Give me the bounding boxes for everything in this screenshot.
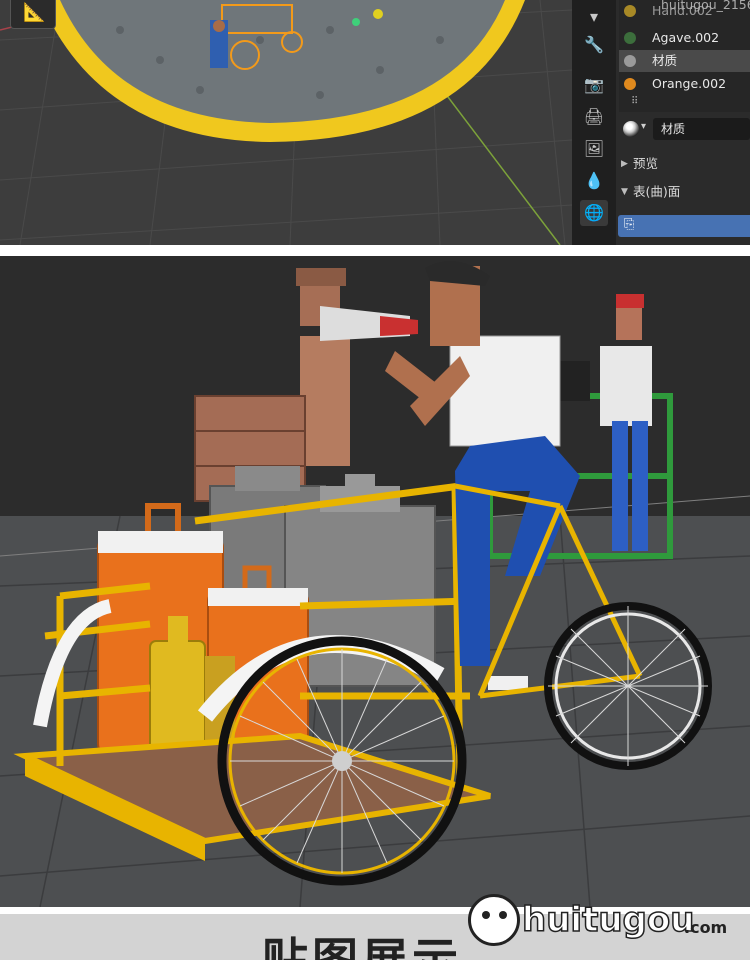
material-sphere-icon — [624, 55, 636, 67]
material-sphere-icon — [624, 78, 636, 90]
triangle-right-icon: ▶ — [621, 159, 628, 169]
material-selector[interactable]: ▾ 材质 — [619, 118, 750, 140]
drops-icon: 💧 — [584, 171, 604, 190]
image-icon: 🖼 — [583, 139, 605, 158]
watermark-suffix: .com — [684, 918, 728, 937]
properties-panel: ▾ 🔧 📷 🖨 🖼 💧 🌐 huitugou_2156 Hand.002 Aga… — [572, 0, 750, 245]
material-slot-list[interactable]: huitugou_2156 Hand.002 Agave.002 材质 Oran… — [619, 0, 750, 112]
material-sphere-icon — [623, 121, 639, 137]
material-slot-label: Orange.002 — [652, 76, 727, 91]
tricycle-vendor-render — [0, 261, 750, 907]
panel-preview-label: 预览 — [633, 156, 659, 171]
wrench-icon: 🔧 — [584, 35, 604, 54]
measure-tool-button[interactable]: 📐 — [10, 0, 56, 29]
properties-tabs: ▾ 🔧 📷 🖨 🖼 💧 🌐 — [572, 0, 616, 245]
3d-viewport[interactable]: 📐 — [0, 0, 572, 245]
tab-modifier[interactable]: 🔧 — [580, 32, 608, 58]
tab-view-layer[interactable]: 🖼 — [580, 136, 608, 162]
material-slot-orange[interactable]: Orange.002 — [619, 73, 750, 95]
front-wheel — [544, 602, 712, 770]
dog-logo-icon — [468, 894, 520, 946]
list-resize-handle[interactable]: ⠿ — [631, 96, 638, 107]
material-sphere-icon — [624, 32, 636, 44]
render-preview — [0, 256, 750, 907]
shader-icon: ⎘ — [624, 217, 635, 232]
site-watermark: huitugou .com — [468, 894, 748, 950]
surface-shader-button[interactable]: ⎘ — [618, 215, 750, 237]
material-slot-label: Hand.002 — [652, 3, 713, 18]
tab-scene[interactable]: 💧 — [580, 168, 608, 194]
material-slot-selected[interactable]: 材质 — [619, 50, 750, 72]
tab-render[interactable]: 📷 — [580, 72, 608, 98]
panel-preview-header[interactable]: ▶ 预览 — [619, 153, 750, 175]
panel-surface-label: 表(曲)面 — [633, 184, 681, 199]
tab-world[interactable]: 🌐 — [580, 200, 608, 226]
camera-icon: 📷 — [584, 75, 604, 94]
banner-title: 贴图展示 — [262, 933, 462, 960]
material-sphere-icon — [624, 5, 636, 17]
printer-icon: 🖨 — [583, 107, 605, 126]
viewport-scene — [0, 0, 572, 245]
watermark-text: huitugou — [521, 899, 695, 941]
tab-output[interactable]: 🖨 — [580, 104, 608, 130]
ruler-icon: 📐 — [23, 2, 46, 23]
chevron-down-icon: ▾ — [641, 121, 647, 132]
material-slot-label: Agave.002 — [652, 30, 720, 45]
world-icon: 🌐 — [584, 203, 604, 222]
panel-surface-header[interactable]: ▼ 表(曲)面 — [619, 181, 750, 203]
material-slot-agave[interactable]: Agave.002 — [619, 27, 750, 49]
material-name-field[interactable]: 材质 — [653, 118, 750, 140]
tab-dropdown[interactable]: ▾ — [580, 4, 608, 30]
triangle-down-icon: ▼ — [621, 187, 628, 197]
material-slot-label: 材质 — [652, 53, 678, 68]
